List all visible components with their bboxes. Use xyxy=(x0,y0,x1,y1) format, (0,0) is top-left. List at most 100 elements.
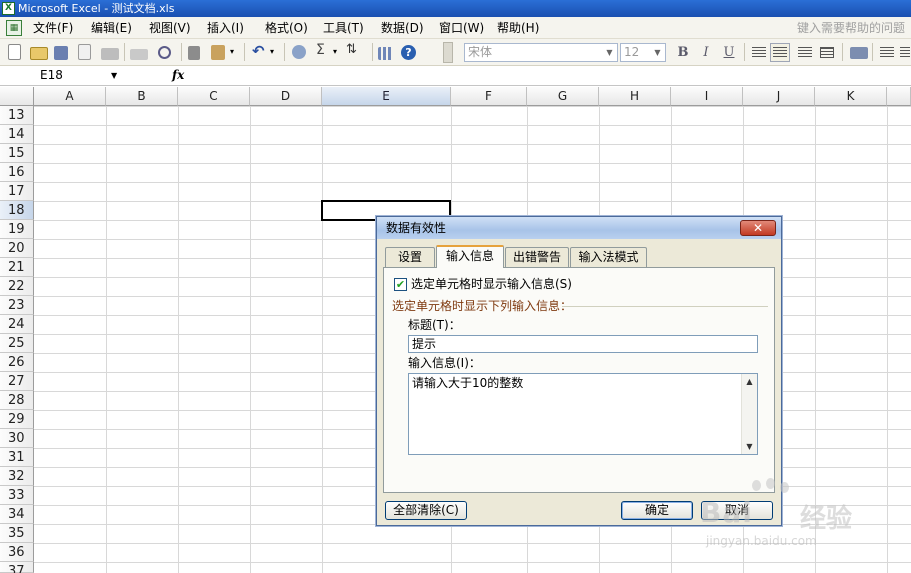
undo-icon[interactable]: ↶ xyxy=(252,42,270,60)
print-icon[interactable] xyxy=(101,48,119,60)
name-box[interactable]: E18 ▼ xyxy=(0,66,128,85)
row-header[interactable]: 31 xyxy=(0,448,34,467)
tab-input-message[interactable]: 输入信息 xyxy=(436,245,504,268)
dialog-title-bar[interactable]: 数据有效性 ✕ xyxy=(377,217,781,239)
show-input-checkbox-label[interactable]: 选定单元格时显示输入信息(S) xyxy=(411,276,572,292)
sort-ascending-icon[interactable]: ⇅ xyxy=(346,42,364,60)
align-center-button[interactable] xyxy=(770,43,790,62)
font-size-select[interactable]: 12 ▼ xyxy=(620,43,666,62)
ok-button[interactable]: 确定 xyxy=(621,501,693,520)
menu-insert[interactable]: 插入(I) xyxy=(207,20,244,37)
tab-settings[interactable]: 设置 xyxy=(385,247,435,267)
scroll-down-icon[interactable]: ▼ xyxy=(742,439,757,454)
row-header[interactable]: 29 xyxy=(0,410,34,429)
row-header[interactable]: 15 xyxy=(0,144,34,163)
row-header[interactable]: 14 xyxy=(0,125,34,144)
close-icon[interactable]: ✕ xyxy=(740,220,776,236)
new-document-icon[interactable] xyxy=(8,44,21,60)
message-field[interactable]: 请输入大于10的整数 ▲ ▼ xyxy=(408,373,758,455)
menu-view[interactable]: 视图(V) xyxy=(149,20,191,37)
menu-edit[interactable]: 编辑(E) xyxy=(91,20,132,37)
autosum-dropdown-icon[interactable]: ▾ xyxy=(333,47,341,65)
row-header[interactable]: 22 xyxy=(0,277,34,296)
row-header[interactable]: 30 xyxy=(0,429,34,448)
tab-error-alert[interactable]: 出错警告 xyxy=(505,247,569,267)
copy-icon[interactable] xyxy=(188,46,200,60)
title-field[interactable]: 提示 xyxy=(408,335,758,353)
menu-help[interactable]: 帮助(H) xyxy=(497,20,539,37)
column-header[interactable]: K xyxy=(815,87,887,106)
menu-tools[interactable]: 工具(T) xyxy=(323,20,364,37)
autosum-icon[interactable]: Σ xyxy=(316,42,334,60)
row-header[interactable]: 32 xyxy=(0,467,34,486)
paste-dropdown-icon[interactable]: ▾ xyxy=(230,47,238,65)
permission-icon[interactable] xyxy=(78,44,91,60)
select-all-corner[interactable] xyxy=(0,87,34,106)
spelling-icon[interactable] xyxy=(158,46,171,59)
column-header[interactable]: I xyxy=(671,87,743,106)
merge-center-icon[interactable] xyxy=(820,47,834,58)
row-header[interactable]: 35 xyxy=(0,524,34,543)
row-header[interactable]: 16 xyxy=(0,163,34,182)
paste-icon[interactable] xyxy=(211,45,225,60)
column-header[interactable]: D xyxy=(250,87,322,106)
align-right-icon[interactable] xyxy=(798,47,812,58)
bold-button[interactable]: B xyxy=(673,43,693,62)
column-header[interactable] xyxy=(887,87,911,106)
scroll-up-icon[interactable]: ▲ xyxy=(742,374,757,389)
undo-dropdown-icon[interactable]: ▾ xyxy=(270,47,278,65)
row-header[interactable]: 24 xyxy=(0,315,34,334)
row-header[interactable]: 21 xyxy=(0,258,34,277)
align-left-icon[interactable] xyxy=(752,47,766,58)
help-search-box[interactable]: 键入需要帮助的问题 xyxy=(797,20,905,37)
row-header[interactable]: 27 xyxy=(0,372,34,391)
currency-style-icon[interactable] xyxy=(850,47,868,59)
row-header[interactable]: 37 xyxy=(0,562,34,573)
workbook-icon[interactable]: ▦ xyxy=(6,20,22,36)
hyperlink-icon[interactable] xyxy=(292,45,306,59)
toolbar-grip-handle[interactable] xyxy=(443,42,453,63)
row-header[interactable]: 13 xyxy=(0,106,34,125)
underline-button[interactable]: U xyxy=(719,43,739,62)
column-header[interactable]: C xyxy=(178,87,250,106)
row-header[interactable]: 17 xyxy=(0,182,34,201)
row-header[interactable]: 25 xyxy=(0,334,34,353)
column-header[interactable]: A xyxy=(34,87,106,106)
row-header[interactable]: 33 xyxy=(0,486,34,505)
menu-format[interactable]: 格式(O) xyxy=(265,20,308,37)
column-header[interactable]: G xyxy=(527,87,599,106)
row-header-selected[interactable]: 18 xyxy=(0,201,34,220)
increase-indent-icon[interactable] xyxy=(900,47,910,58)
row-header[interactable]: 36 xyxy=(0,543,34,562)
message-scrollbar[interactable]: ▲ ▼ xyxy=(741,374,757,454)
tab-ime-mode[interactable]: 输入法模式 xyxy=(570,247,647,267)
row-header[interactable]: 26 xyxy=(0,353,34,372)
menu-window[interactable]: 窗口(W) xyxy=(439,20,484,37)
column-header[interactable]: B xyxy=(106,87,178,106)
column-header-selected[interactable]: E xyxy=(322,87,451,106)
chevron-down-icon[interactable]: ▼ xyxy=(603,45,616,60)
print-preview-icon[interactable] xyxy=(130,49,148,60)
menu-file[interactable]: 文件(F) xyxy=(33,20,73,37)
row-header[interactable]: 19 xyxy=(0,220,34,239)
row-header[interactable]: 20 xyxy=(0,239,34,258)
row-header[interactable]: 23 xyxy=(0,296,34,315)
column-header[interactable]: J xyxy=(743,87,815,106)
font-name-select[interactable]: 宋体 ▼ xyxy=(464,43,618,62)
row-header[interactable]: 34 xyxy=(0,505,34,524)
help-icon[interactable]: ? xyxy=(401,45,416,60)
row-header[interactable]: 28 xyxy=(0,391,34,410)
column-header[interactable]: F xyxy=(451,87,527,106)
chevron-down-icon[interactable]: ▼ xyxy=(111,66,117,85)
italic-button[interactable]: I xyxy=(696,43,716,62)
clear-all-button[interactable]: 全部清除(C) xyxy=(385,501,467,520)
decrease-indent-icon[interactable] xyxy=(880,47,894,58)
column-header[interactable]: H xyxy=(599,87,671,106)
chevron-down-icon[interactable]: ▼ xyxy=(651,45,664,60)
save-icon[interactable] xyxy=(54,46,68,60)
open-folder-icon[interactable] xyxy=(30,47,48,60)
menu-data[interactable]: 数据(D) xyxy=(381,20,424,37)
insert-function-icon[interactable]: fx xyxy=(172,66,184,85)
show-input-checkbox[interactable]: ✔ xyxy=(394,278,407,291)
chart-wizard-icon[interactable] xyxy=(378,47,396,60)
